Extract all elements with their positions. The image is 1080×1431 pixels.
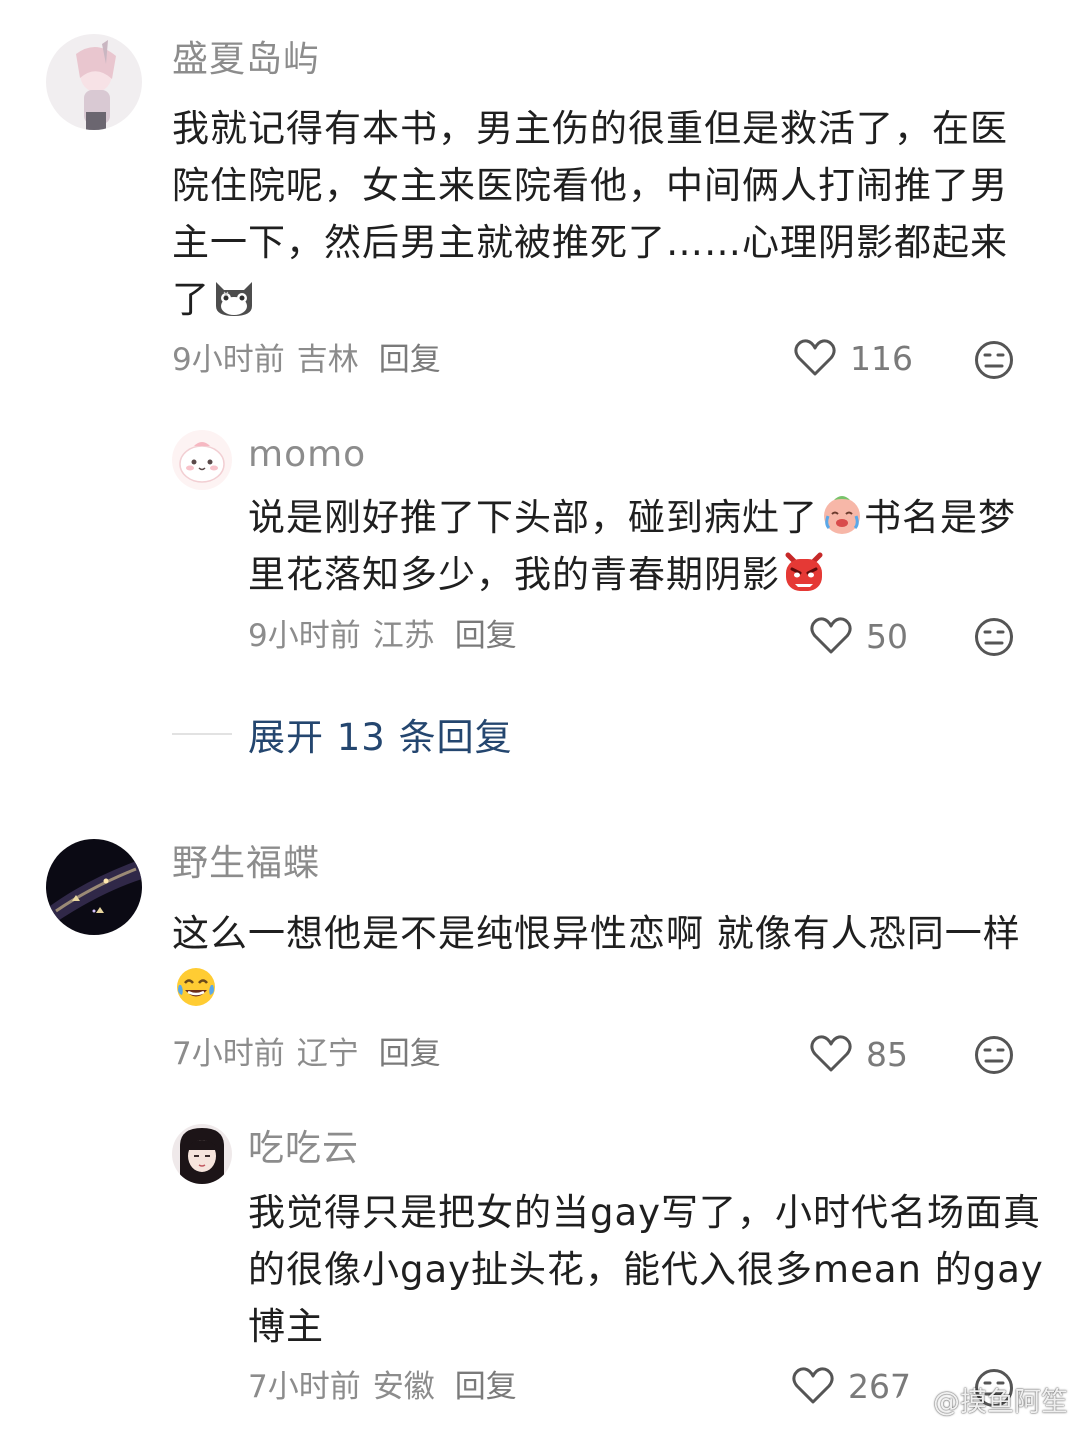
heart-icon [794,339,836,376]
location: 吉林 [296,342,359,378]
username[interactable]: 吃吃云 [248,1127,359,1171]
meh-face-icon [975,341,1013,379]
comment-text: 这么一想他是不是纯恨异性恋啊 就像有人恐同一样 [172,905,1032,1019]
reply-meta: 9小时前 江苏 回复 [248,616,529,656]
crying-face-emoji-icon [824,496,860,534]
cat-emoji-icon [216,282,252,316]
reply-text: 说是刚好推了下头部，碰到病灶了 书名是梦里花落知多少，我的青春期阴影 [248,489,1028,603]
reply-button[interactable]: 回复 [379,342,441,378]
reply-body: 我觉得只是把女的当gay写了，小时代名场面真的很像小gay扯头花，能代入很多me… [248,1191,1044,1348]
heart-icon [810,617,852,654]
heart-icon [810,1035,852,1072]
username[interactable]: momo [248,433,366,477]
like-button[interactable]: 85 [810,1034,908,1074]
avatar[interactable] [46,34,142,130]
dislike-button[interactable] [974,617,1014,661]
like-button[interactable]: 116 [794,338,913,378]
like-count: 85 [866,1034,908,1074]
reply-text: 我觉得只是把女的当gay写了，小时代名场面真的很像小gay扯头花，能代入很多me… [248,1184,1048,1355]
like-button[interactable]: 267 [792,1366,911,1406]
divider [172,733,232,735]
time: 7小时前 [172,1036,285,1072]
reply-body-part-1: 说是刚好推了下头部，碰到病灶了 [248,496,818,539]
like-button[interactable]: 50 [810,616,908,656]
username[interactable]: 野生福蝶 [172,842,320,886]
time: 7小时前 [248,1369,361,1405]
reply-button[interactable]: 回复 [455,1369,517,1405]
comment-meta: 9小时前 吉林 回复 [172,340,453,380]
location: 安徽 [372,1369,435,1405]
expand-replies-label: 展开 13 条回复 [248,716,513,759]
time: 9小时前 [172,342,285,378]
like-count: 116 [850,338,913,378]
dislike-button[interactable] [974,1035,1014,1079]
expand-replies-button[interactable]: 展开 13 条回复 [172,707,513,761]
comment-text: 我就记得有本书，男主伤的很重但是救活了，在医院住院呢，女主来医院看他，中间俩人打… [172,100,1032,328]
watermark: @摸鱼阿笙 [895,1380,1068,1419]
location: 江苏 [372,618,435,654]
comment-body: 这么一想他是不是纯恨异性恋啊 就像有人恐同一样 [172,912,1021,955]
angry-devil-emoji-icon [785,552,823,591]
like-count: 50 [866,616,908,656]
comment-body: 我就记得有本书，男主伤的很重但是救活了，在医院住院呢，女主来医院看他，中间俩人打… [172,107,1008,321]
time: 9小时前 [248,618,361,654]
username[interactable]: 盛夏岛屿 [172,38,320,82]
weibo-logo-icon [895,1389,927,1413]
reply-button[interactable]: 回复 [455,618,517,654]
meh-face-icon [975,618,1013,656]
meh-face-icon [975,1036,1013,1074]
comment-meta: 7小时前 辽宁 回复 [172,1034,453,1074]
avatar[interactable] [172,1124,232,1184]
heart-icon [792,1367,834,1404]
watermark-text: @摸鱼阿笙 [933,1387,1068,1418]
location: 辽宁 [296,1036,359,1072]
reply-button[interactable]: 回复 [379,1036,441,1072]
avatar[interactable] [46,839,142,935]
dislike-button[interactable] [974,340,1014,384]
avatar[interactable] [172,430,232,490]
reply-meta: 7小时前 安徽 回复 [248,1367,529,1407]
tears-of-joy-emoji-icon [177,968,215,1006]
